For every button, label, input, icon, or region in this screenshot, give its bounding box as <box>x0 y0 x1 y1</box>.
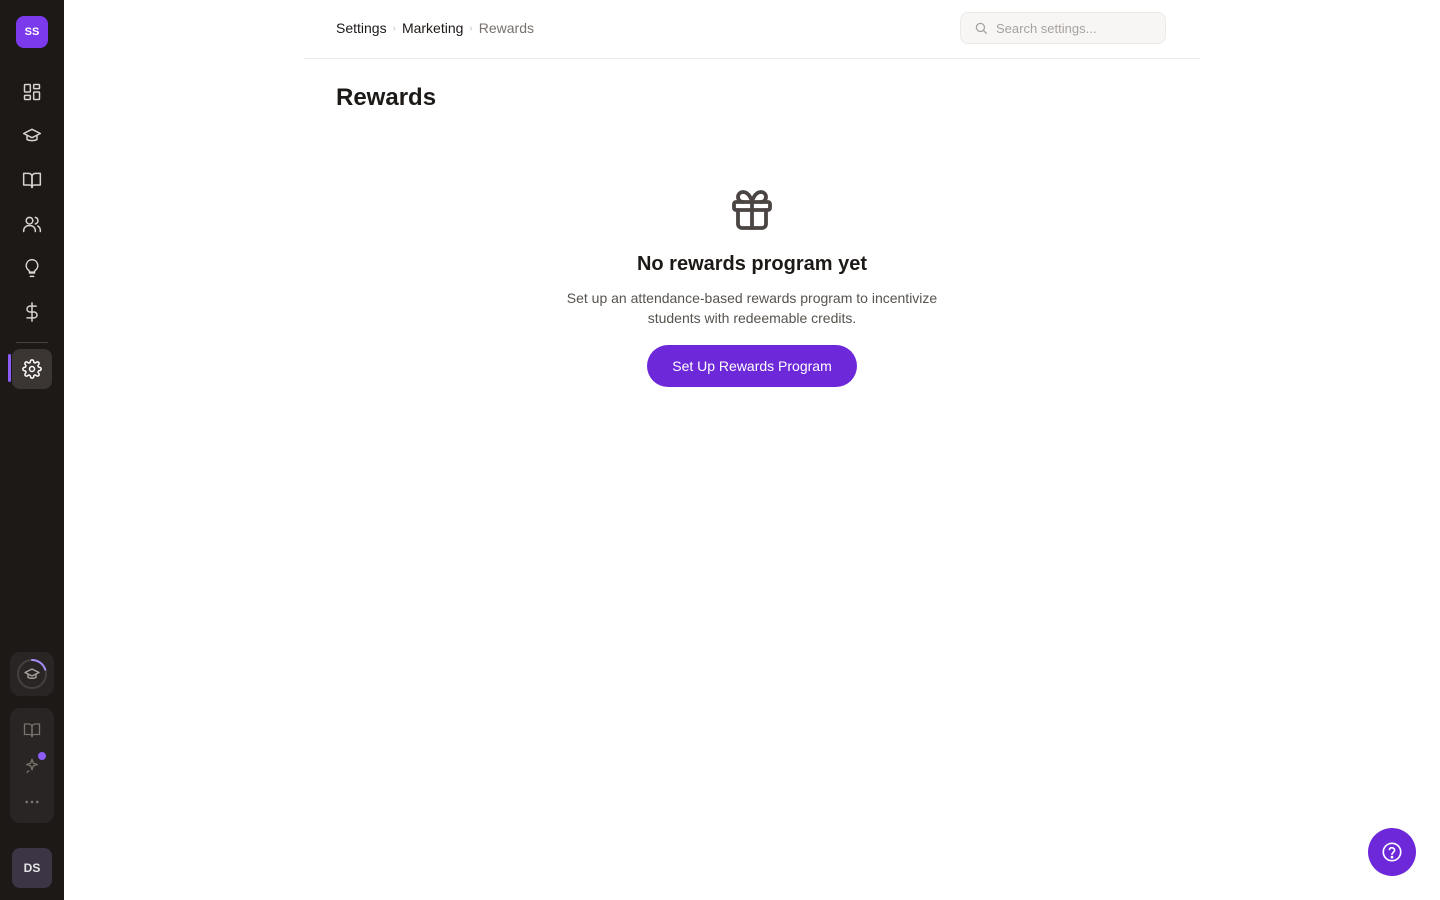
help-icon <box>1382 842 1402 862</box>
empty-state: No rewards program yet Set up an attenda… <box>504 186 1000 387</box>
dollar-icon <box>26 302 38 322</box>
breadcrumb-separator: › <box>392 22 396 34</box>
sparkle-icon <box>26 758 38 774</box>
notification-dot <box>38 752 46 760</box>
breadcrumb-separator: › <box>469 22 473 34</box>
graduation-cap-icon <box>22 128 42 142</box>
empty-state-description: Set up an attendance-based rewards progr… <box>566 290 938 326</box>
sidebar-item-dashboard[interactable] <box>12 72 52 112</box>
progress-ring-icon <box>17 659 47 689</box>
lightbulb-icon <box>25 258 39 278</box>
sidebar-item-settings[interactable] <box>12 349 52 389</box>
dashboard-icon <box>23 83 41 101</box>
sidebar-item-billing[interactable] <box>12 292 52 332</box>
sidebar-item-ideas[interactable] <box>12 248 52 288</box>
book-open-icon <box>23 723 41 738</box>
active-indicator <box>8 354 11 382</box>
workspace-avatar[interactable]: SS <box>16 16 48 48</box>
breadcrumb-settings[interactable]: Settings <box>336 20 387 36</box>
breadcrumb: Settings › Marketing › Rewards <box>336 20 534 36</box>
sidebar-item-library[interactable] <box>12 160 52 200</box>
sidebar-item-people[interactable] <box>12 204 52 244</box>
onboarding-progress[interactable] <box>10 652 54 696</box>
user-avatar[interactable]: DS <box>12 848 52 888</box>
sidebar-item-courses[interactable] <box>12 116 52 156</box>
gear-icon <box>22 359 42 379</box>
more-icon <box>25 800 39 804</box>
settings-search[interactable] <box>960 12 1166 44</box>
users-icon <box>22 216 42 233</box>
search-icon <box>975 22 987 34</box>
setup-rewards-button[interactable]: Set Up Rewards Program <box>647 345 857 387</box>
docs-button[interactable] <box>22 720 42 740</box>
sidebar-tools <box>10 708 54 823</box>
search-input[interactable] <box>994 19 1158 37</box>
empty-state-title: No rewards program yet <box>636 253 868 275</box>
sidebar-divider <box>16 342 48 343</box>
more-button[interactable] <box>22 792 42 812</box>
book-icon <box>22 172 42 189</box>
top-bar: Settings › Marketing › Rewards <box>304 0 1200 59</box>
sidebar: SS DS <box>0 0 64 900</box>
page-title: Rewards <box>336 84 437 111</box>
breadcrumb-marketing[interactable]: Marketing <box>402 20 463 36</box>
breadcrumb-rewards: Rewards <box>478 20 534 36</box>
help-button[interactable] <box>1368 828 1416 876</box>
gift-icon <box>732 190 772 230</box>
